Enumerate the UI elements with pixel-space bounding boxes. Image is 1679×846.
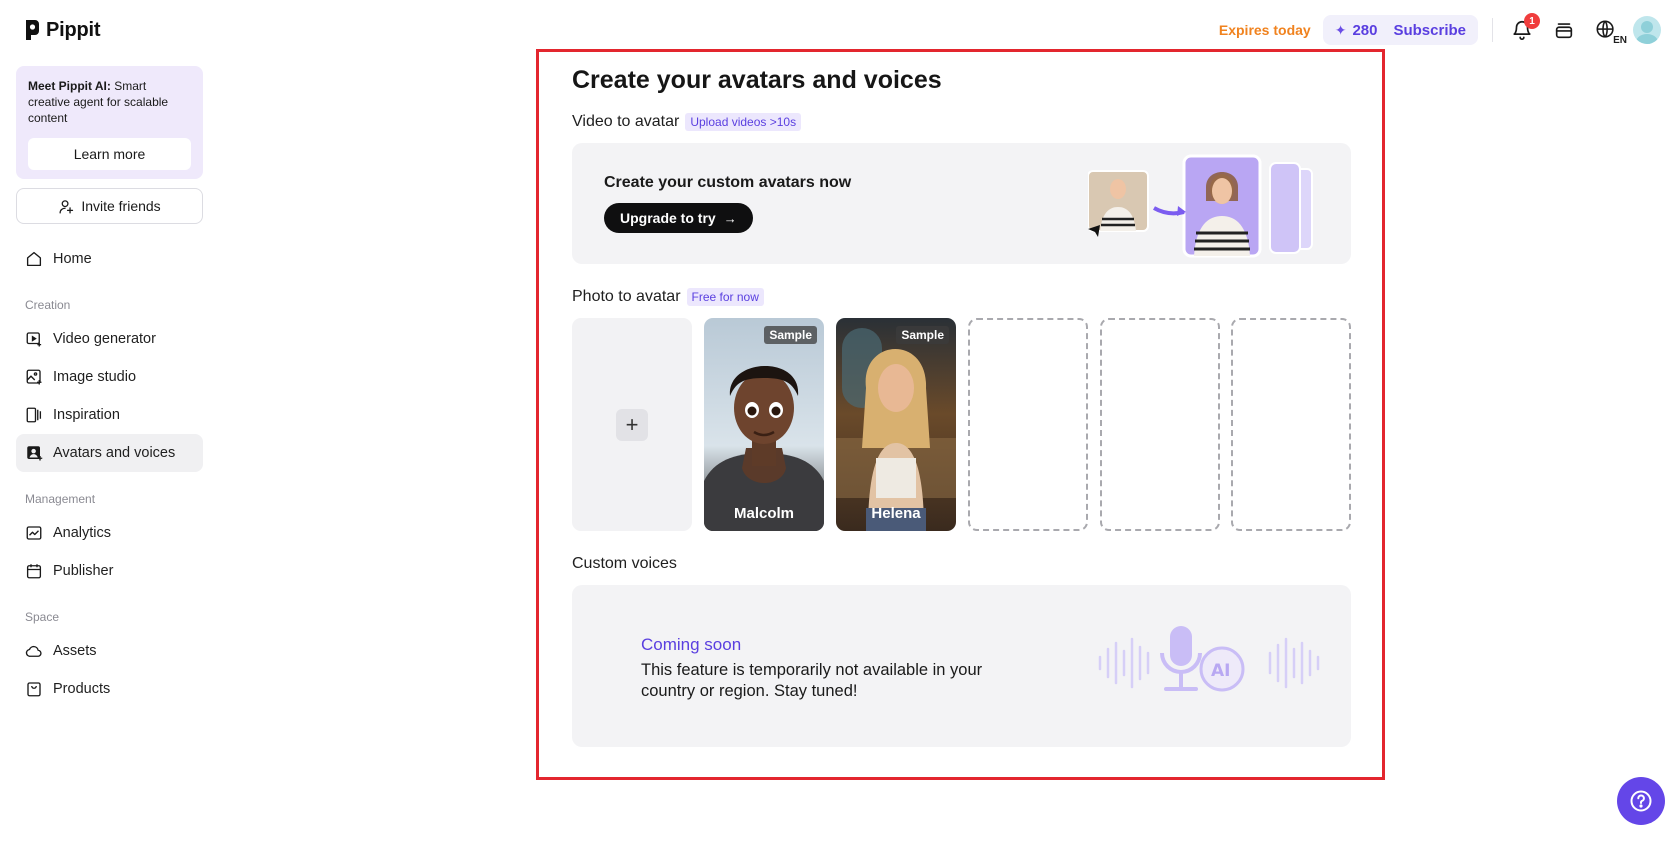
sidebar-item-label: Avatars and voices [53, 445, 176, 461]
upgrade-label: Upgrade to try [620, 210, 716, 226]
helena-portrait [836, 328, 956, 531]
sidebar-item-label: Products [53, 681, 111, 697]
sidebar-item-label: Image studio [53, 369, 137, 385]
sidebar-item-image-studio[interactable]: Image studio [16, 358, 203, 396]
expires-label: Expires today [1218, 22, 1311, 38]
sidebar-item-home[interactable]: Home [16, 240, 203, 278]
v2a-card-title: Create your custom avatars now [604, 174, 852, 191]
coming-soon-label: Coming soon [641, 635, 742, 654]
home-icon [26, 251, 42, 267]
arrow-right-icon: → [723, 210, 737, 226]
video-generator-icon [26, 332, 42, 347]
sample-tag: Sample [764, 326, 817, 344]
sample-avatar-malcolm[interactable]: Sample Malcolm [704, 318, 824, 531]
add-user-icon [59, 199, 74, 214]
inbox-button[interactable] [1549, 15, 1579, 45]
sidebar-item-analytics[interactable]: Analytics [16, 514, 203, 552]
section-space: Space [25, 610, 60, 624]
sidebar-item-label: Analytics [53, 525, 112, 541]
custom-voices-card: Coming soon This feature is temporarily … [572, 585, 1351, 747]
empty-avatar-slot [1100, 318, 1220, 531]
sidebar: Meet Pippit AI: Smart creative agent for… [16, 66, 203, 708]
image-studio-icon [26, 369, 42, 385]
user-avatar[interactable] [1633, 16, 1661, 44]
inspiration-icon [26, 407, 42, 423]
sidebar-item-avatars-and-voices[interactable]: Avatars and voices [16, 434, 203, 472]
upgrade-to-try-button[interactable]: Upgrade to try → [604, 203, 753, 233]
section-management: Management [25, 492, 96, 506]
upload-photo-card[interactable]: + [572, 318, 692, 531]
pippit-logo-icon [26, 20, 39, 40]
page-title: Create your avatars and voices [572, 66, 942, 94]
top-bar: Expires today ✦ 280 Subscribe 1 EN [1218, 13, 1661, 46]
video-to-avatar-heading: Video to avatar Upload videos >10s [572, 113, 802, 131]
sparkle-icon: ✦ [1334, 21, 1347, 38]
avatar-icon [27, 446, 43, 461]
sidebar-item-label: Assets [53, 643, 97, 659]
stack-icon [1555, 23, 1573, 39]
promo-card: Meet Pippit AI: Smart creative agent for… [16, 66, 203, 179]
sidebar-item-inspiration[interactable]: Inspiration [16, 396, 203, 434]
learn-more-button[interactable]: Learn more [28, 138, 191, 170]
subscribe-button[interactable]: Subscribe [1393, 22, 1466, 39]
sample-tag: Sample [896, 326, 949, 344]
svg-text:AI: AI [1211, 661, 1230, 681]
notification-badge: 1 [1524, 13, 1540, 29]
divider [1492, 18, 1493, 42]
question-icon [1630, 790, 1652, 812]
cloud-icon [25, 645, 42, 657]
promo-text: Meet Pippit AI: Smart creative agent for… [28, 79, 169, 125]
upload-hint-tag: Upload videos >10s [685, 113, 802, 131]
brand-logo[interactable]: Pippit [24, 17, 101, 43]
help-button[interactable] [1617, 777, 1665, 825]
sidebar-item-label: Publisher [53, 563, 114, 579]
avatar-name: Helena [871, 505, 921, 522]
unavailable-message: This feature is temporarily not availabl… [641, 661, 983, 700]
photo-avatar-row: + Sample Malcolm Sample Helena [572, 318, 1351, 531]
empty-avatar-slot [968, 318, 1088, 531]
sample-avatar-helena[interactable]: Sample Helena [836, 318, 956, 531]
calendar-icon [26, 564, 42, 579]
language-code: EN [1613, 35, 1627, 46]
notifications-button[interactable]: 1 [1507, 13, 1540, 45]
malcolm-portrait [704, 365, 824, 531]
sidebar-item-products[interactable]: Products [16, 670, 203, 708]
avatar-name: Malcolm [733, 505, 794, 522]
brand-name: Pippit [46, 18, 101, 41]
sidebar-item-publisher[interactable]: Publisher [16, 552, 203, 590]
bag-icon [27, 682, 41, 697]
sidebar-item-label: Video generator [53, 331, 156, 347]
custom-voices-heading: Custom voices [572, 555, 677, 573]
section-creation: Creation [25, 298, 71, 312]
analytics-icon [26, 526, 42, 540]
video-to-avatar-card[interactable]: Create your custom avatars now Upgrade t… [572, 143, 1351, 264]
video-to-avatar-label: Video to avatar [572, 113, 680, 130]
free-tag: Free for now [686, 288, 764, 306]
credits-subscribe-pill[interactable]: ✦ 280 Subscribe [1322, 15, 1478, 45]
credit-count: 280 [1352, 21, 1378, 39]
sidebar-item-label: Inspiration [53, 407, 120, 423]
photo-to-avatar-label: Photo to avatar [572, 288, 681, 305]
invite-friends-label: Invite friends [81, 198, 161, 214]
plus-icon: + [616, 408, 648, 441]
empty-avatar-slot [1231, 318, 1351, 531]
language-button[interactable]: EN [1591, 15, 1627, 46]
sidebar-item-assets[interactable]: Assets [16, 632, 203, 670]
ai-voice-illustration: AI [1098, 626, 1320, 692]
sidebar-item-label: Home [53, 251, 92, 267]
photo-to-avatar-heading: Photo to avatar Free for now [572, 288, 764, 306]
custom-voices-label: Custom voices [572, 555, 677, 572]
invite-friends-button[interactable]: Invite friends [16, 188, 203, 224]
avatar-illustration [1088, 154, 1313, 258]
sidebar-item-video-generator[interactable]: Video generator [16, 320, 203, 358]
